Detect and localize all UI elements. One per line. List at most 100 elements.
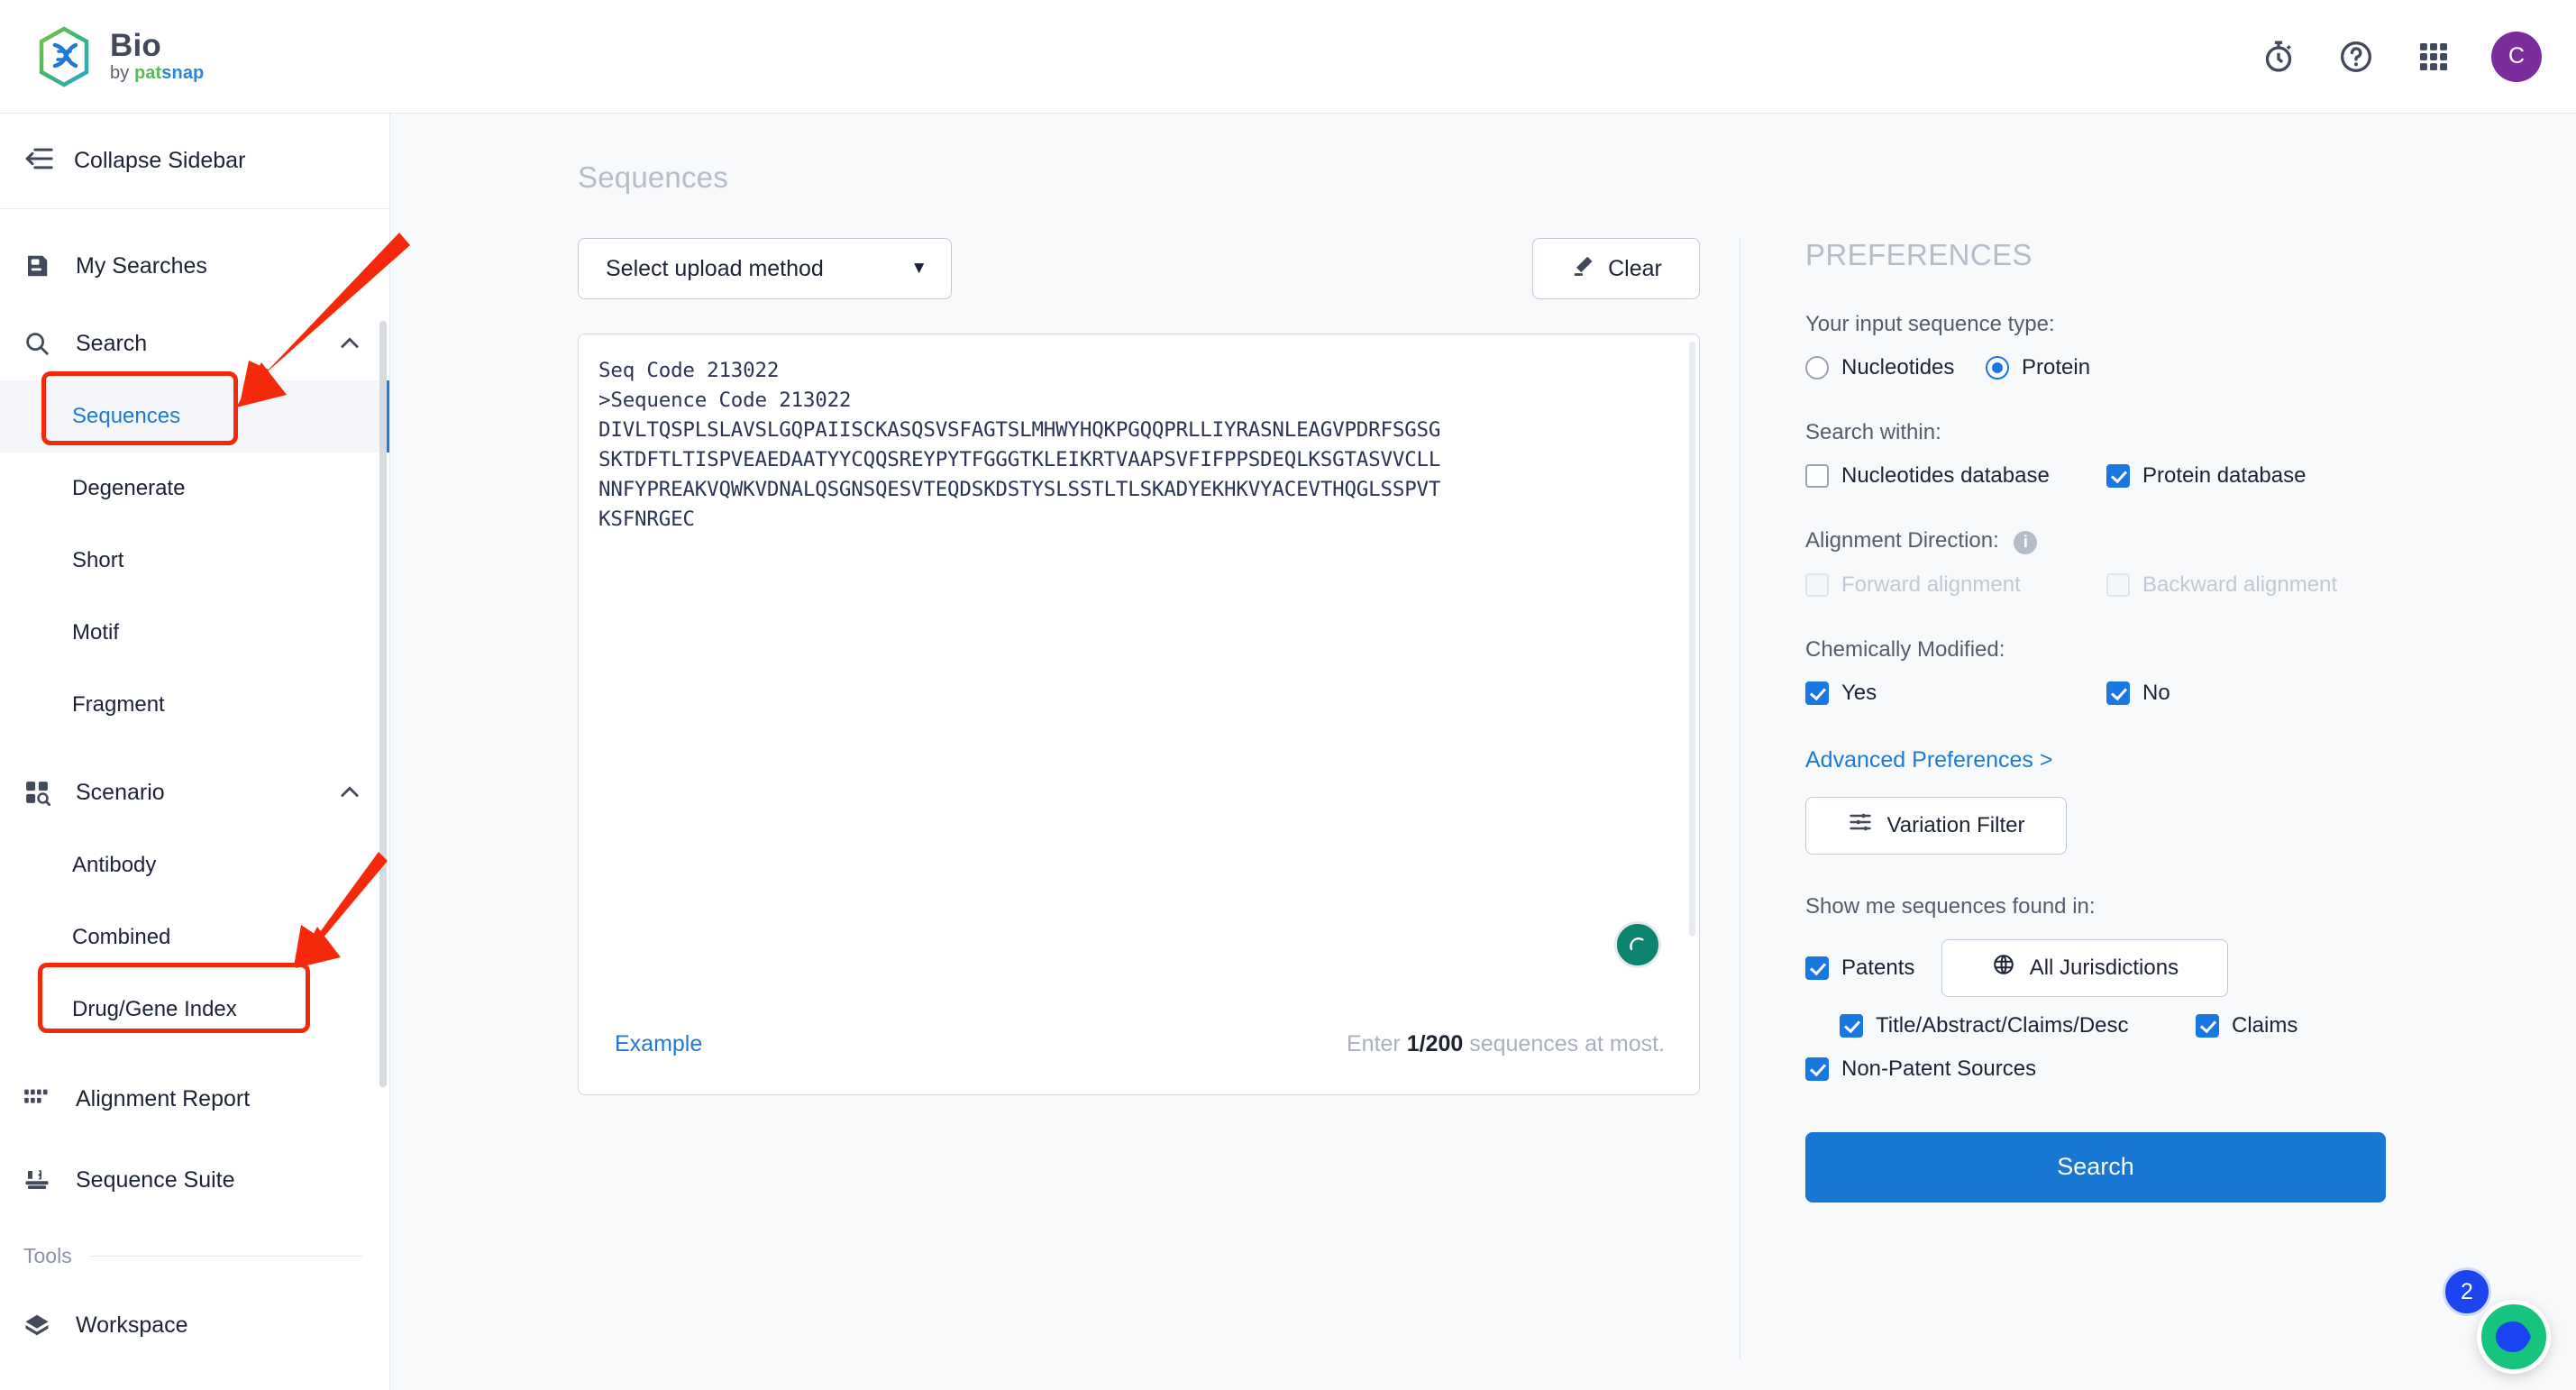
sidebar-item-alignment-report[interactable]: Alignment Report <box>0 1058 389 1139</box>
alignment-columns-icon <box>23 1087 63 1111</box>
checkbox-chem-yes[interactable]: Yes <box>1805 681 2106 706</box>
checkbox-patents-icon[interactable] <box>1805 956 1829 980</box>
advanced-preferences-link[interactable]: Advanced Preferences > <box>1805 747 2052 773</box>
checkbox-chem-no[interactable]: No <box>2106 681 2407 706</box>
sidebar-item-label-short: Short <box>72 548 124 572</box>
sidebar-item-short[interactable]: Short <box>0 525 389 597</box>
sidebar: Collapse Sidebar My Searches Search Sequ… <box>0 114 390 1390</box>
sidebar-item-my-searches[interactable]: My Searches <box>0 225 389 306</box>
checkbox-claims-icon[interactable] <box>2196 1013 2219 1038</box>
radio-protein[interactable]: Protein <box>1986 355 2166 380</box>
sidebar-item-combined[interactable]: Combined <box>0 901 389 974</box>
avatar[interactable]: C <box>2491 31 2542 82</box>
help-icon[interactable] <box>2336 37 2376 77</box>
checkbox-nucleotides-database-icon[interactable] <box>1805 464 1829 488</box>
info-icon[interactable]: i <box>2014 530 2038 554</box>
checkbox-forward-alignment-label: Forward alignment <box>1841 572 2021 597</box>
radio-nucleotides-label: Nucleotides <box>1841 355 1955 380</box>
collapse-sidebar-label: Collapse Sidebar <box>74 148 246 173</box>
chat-unread-badge[interactable]: 2 <box>2443 1267 2491 1316</box>
sidebar-item-sequence-suite[interactable]: Sequence Suite <box>0 1139 389 1221</box>
collapse-sidebar-button[interactable]: Collapse Sidebar <box>0 114 389 209</box>
apps-grid-icon[interactable] <box>2414 37 2453 77</box>
sidebar-item-label-sequence-suite: Sequence Suite <box>76 1166 235 1193</box>
brand-title: Bio <box>110 28 161 64</box>
sidebar-group-scenario[interactable]: Scenario <box>0 755 389 829</box>
checkbox-title-abstract-claims-desc[interactable]: Title/Abstract/Claims/Desc <box>1840 1013 2196 1038</box>
radio-protein-icon[interactable] <box>1986 356 2009 380</box>
checkbox-chem-yes-icon[interactable] <box>1805 681 1829 705</box>
checkbox-non-patent-sources-label: Non-Patent Sources <box>1841 1056 2037 1081</box>
checkbox-chem-yes-label: Yes <box>1841 680 1877 705</box>
caret-down-icon: ▼ <box>910 259 927 278</box>
counter-value: 1/200 <box>1406 1030 1464 1056</box>
alignment-direction-options: Forward alignment Backward alignment <box>1805 572 2407 598</box>
sidebar-group-label-search: Search <box>76 330 148 356</box>
checkbox-non-patent-sources[interactable]: Non-Patent Sources <box>1805 1056 2036 1082</box>
brand-by: by <box>110 62 134 83</box>
chevron-up-icon-search[interactable] <box>337 331 362 356</box>
scenario-grid-search-icon <box>23 779 63 806</box>
checkbox-claims[interactable]: Claims <box>2196 1013 2297 1038</box>
checkbox-backward-alignment-icon[interactable] <box>2106 572 2130 597</box>
checkbox-backward-alignment-label: Backward alignment <box>2142 572 2338 597</box>
checkbox-non-patent-sources-icon[interactable] <box>1805 1056 1829 1081</box>
sequence-scrollbar[interactable] <box>1689 342 1695 937</box>
counter-suffix: sequences at most. <box>1463 1030 1665 1056</box>
sidebar-item-motif[interactable]: Motif <box>0 597 389 669</box>
sidebar-item-sequences[interactable]: Sequences <box>0 380 389 453</box>
checkbox-chem-no-icon[interactable] <box>2106 681 2130 705</box>
chevron-up-icon-scenario[interactable] <box>337 780 362 805</box>
checkbox-protein-database[interactable]: Protein database <box>2106 463 2407 489</box>
toolbox-icon <box>23 1166 63 1193</box>
tools-section-header: Tools <box>0 1221 389 1285</box>
clear-button-label: Clear <box>1608 255 1662 281</box>
radio-nucleotides[interactable]: Nucleotides <box>1805 355 1986 380</box>
sequence-counter: Enter 1/200 sequences at most. <box>1347 1031 1665 1057</box>
chemically-modified-options: Yes No <box>1805 681 2407 706</box>
sidebar-item-label-sequences: Sequences <box>72 404 181 428</box>
sidebar-item-drug-gene-index[interactable]: Drug/Gene Index <box>0 974 389 1046</box>
sidebar-item-workspace[interactable]: Workspace <box>0 1285 389 1366</box>
example-link[interactable]: Example <box>615 1031 702 1057</box>
checkbox-forward-alignment[interactable]: Forward alignment <box>1805 572 2106 598</box>
chat-bubble-icon[interactable] <box>2477 1300 2551 1374</box>
checkbox-protein-database-icon[interactable] <box>2106 464 2130 488</box>
sequence-textarea-container[interactable]: Seq Code 213022 >Sequence Code 213022 DI… <box>578 334 1700 1095</box>
non-patent-row: Non-Patent Sources <box>1805 1056 2407 1082</box>
brand[interactable]: Bio by patsnap <box>36 25 204 87</box>
checkbox-patents[interactable]: Patents <box>1805 956 1914 981</box>
checkbox-backward-alignment[interactable]: Backward alignment <box>2106 572 2407 598</box>
sidebar-item-label-my-searches: My Searches <box>76 252 207 279</box>
patent-fields-row: Title/Abstract/Claims/Desc Claims <box>1805 1013 2407 1038</box>
all-jurisdictions-button[interactable]: All Jurisdictions <box>1941 938 2229 997</box>
sliders-icon <box>1848 809 1873 841</box>
upload-method-select[interactable]: Select upload method ▼ <box>578 238 952 299</box>
content-area: Select upload method ▼ Clear Seq Code 21… <box>390 195 2576 1360</box>
checkbox-nucleotides-database[interactable]: Nucleotides database <box>1805 463 2106 489</box>
tools-divider <box>89 1256 362 1257</box>
sidebar-group-search[interactable]: Search <box>0 306 389 380</box>
app-root: Bio by patsnap C Collapse Sidebar My Sea… <box>0 0 2576 1390</box>
magnifier-icon <box>23 330 63 357</box>
sidebar-group-label-scenario: Scenario <box>76 779 165 805</box>
saved-searches-icon <box>23 252 63 279</box>
sidebar-item-antibody[interactable]: Antibody <box>0 829 389 901</box>
sequence-input[interactable]: Seq Code 213022 >Sequence Code 213022 DI… <box>598 356 1672 986</box>
stopwatch-icon[interactable] <box>2259 37 2298 77</box>
main-content: Sequences Select upload method ▼ Clear S… <box>390 114 2576 1390</box>
sidebar-item-fragment[interactable]: Fragment <box>0 669 389 741</box>
all-jurisdictions-label: All Jurisdictions <box>2029 955 2179 980</box>
checkbox-title-abstract-claims-desc-icon[interactable] <box>1840 1013 1863 1038</box>
variation-filter-button[interactable]: Variation Filter <box>1805 796 2067 855</box>
clear-button[interactable]: Clear <box>1532 238 1700 299</box>
radio-nucleotides-icon[interactable] <box>1805 356 1829 380</box>
search-button[interactable]: Search <box>1805 1131 2386 1203</box>
sidebar-item-label-drug-gene-index: Drug/Gene Index <box>72 997 237 1021</box>
sidebar-item-degenerate[interactable]: Degenerate <box>0 453 389 525</box>
checkbox-protein-database-label: Protein database <box>2142 463 2307 488</box>
sequence-helper-icon[interactable] <box>1614 921 1661 968</box>
sidebar-scrollbar[interactable] <box>379 321 387 1087</box>
checkbox-forward-alignment-icon[interactable] <box>1805 572 1829 597</box>
sidebar-item-label-fragment: Fragment <box>72 692 165 717</box>
